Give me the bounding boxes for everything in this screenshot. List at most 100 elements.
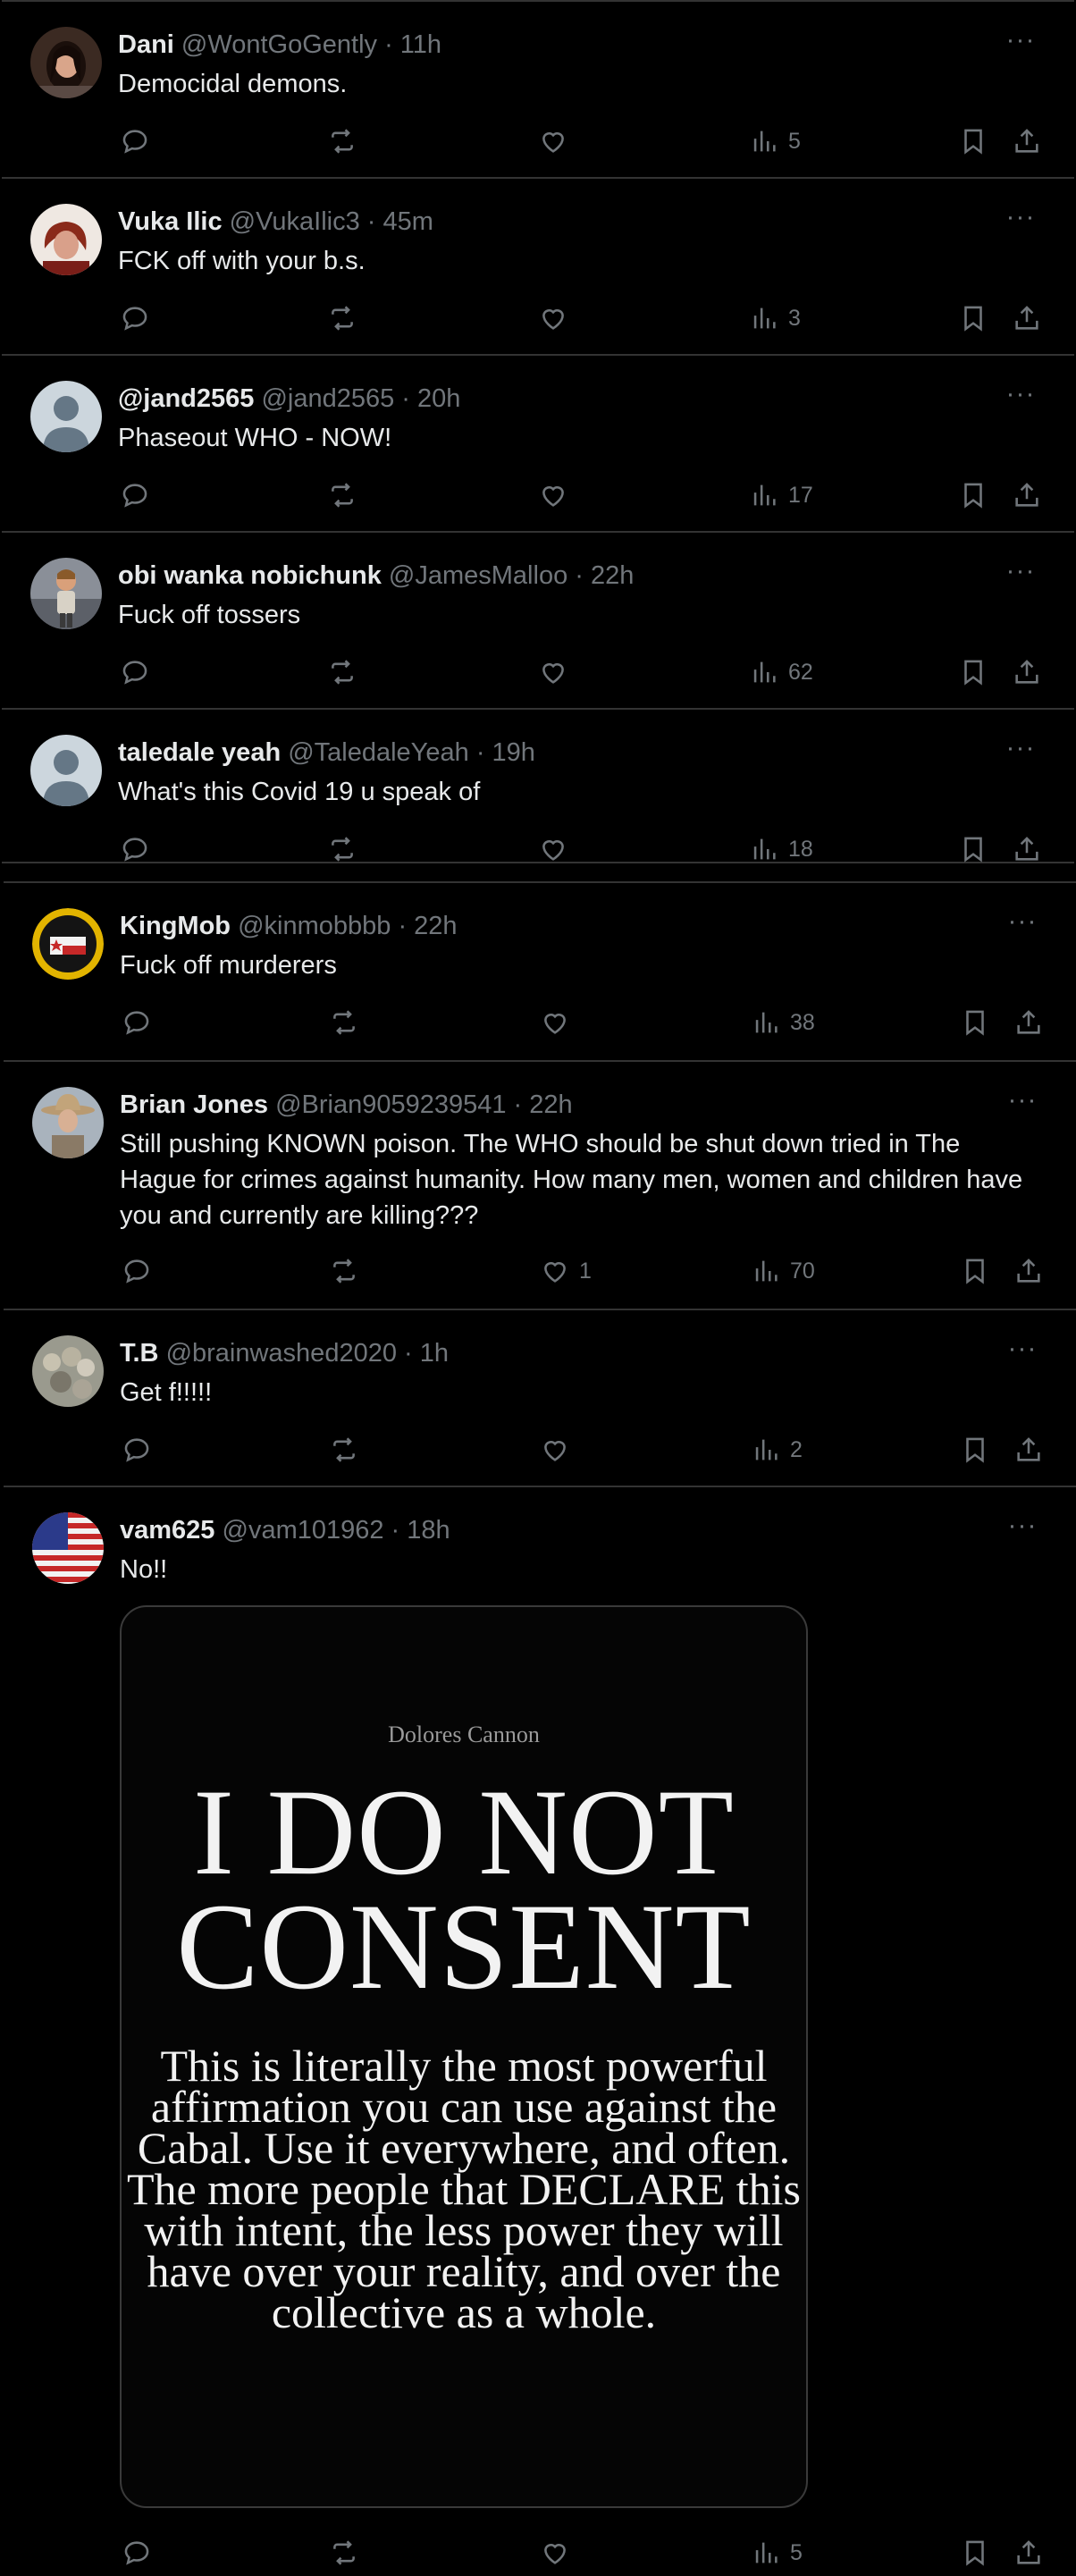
author-name[interactable]: vam625 [120, 1516, 214, 1545]
share-button[interactable] [1012, 123, 1042, 159]
share-button[interactable] [1012, 831, 1042, 867]
tweet[interactable]: Vuka Ilic @VukaIlic3 · 45m ··· FCK off w… [2, 177, 1074, 356]
share-button[interactable] [1012, 477, 1042, 513]
timestamp[interactable]: 22h [414, 912, 457, 940]
author-name[interactable]: Brian Jones [120, 1090, 268, 1119]
reply-button[interactable] [120, 831, 150, 867]
more-horizontal-icon[interactable]: ··· [1005, 1087, 1040, 1123]
share-button[interactable] [1012, 300, 1042, 336]
avatar[interactable] [32, 908, 104, 980]
timestamp[interactable]: 20h [417, 384, 460, 413]
more-horizontal-icon[interactable]: ··· [1005, 908, 1040, 944]
tweet[interactable]: vam625 @vam101962 · 18h ··· No!! Dolores… [4, 1486, 1076, 2576]
bookmark-button[interactable] [958, 123, 988, 159]
more-horizontal-icon[interactable]: ··· [1003, 558, 1038, 593]
reply-button[interactable] [122, 1005, 152, 1040]
views-button[interactable]: 38 [751, 1005, 815, 1040]
author-handle[interactable]: @kinmobbbb [238, 912, 391, 940]
bookmark-button[interactable] [960, 1005, 990, 1040]
reply-button[interactable] [120, 654, 150, 690]
author-handle[interactable]: @vam101962 [223, 1516, 384, 1545]
like-button[interactable] [538, 831, 577, 867]
author-name[interactable]: taledale yeah [118, 738, 281, 767]
retweet-button[interactable] [327, 654, 357, 690]
tweet[interactable]: obi wanka nobichunk @JamesMalloo · 22h ·… [2, 531, 1074, 710]
more-horizontal-icon[interactable]: ··· [1003, 204, 1038, 240]
more-horizontal-icon[interactable]: ··· [1003, 735, 1038, 770]
views-button[interactable]: 5 [749, 123, 801, 159]
more-horizontal-icon[interactable]: ··· [1003, 27, 1038, 63]
reply-button[interactable] [120, 477, 150, 513]
like-button[interactable] [538, 123, 577, 159]
author-handle[interactable]: @Brian9059239541 [275, 1090, 506, 1119]
tweet[interactable]: T.B @brainwashed2020 · 1h ··· Get f!!!!!… [4, 1309, 1076, 1487]
avatar[interactable] [30, 558, 102, 629]
bookmark-button[interactable] [960, 1432, 990, 1468]
retweet-button[interactable] [327, 477, 357, 513]
avatar[interactable] [32, 1335, 104, 1407]
views-button[interactable]: 2 [751, 1432, 803, 1468]
tweet-media-image[interactable]: Dolores Cannon I DO NOT CONSENT This is … [120, 1605, 808, 2508]
retweet-button[interactable] [327, 300, 357, 336]
author-name[interactable]: obi wanka nobichunk [118, 561, 382, 590]
avatar[interactable] [30, 27, 102, 98]
author-name[interactable]: @jand2565 [118, 384, 254, 413]
views-button[interactable]: 70 [751, 1253, 815, 1289]
like-button[interactable] [540, 1432, 579, 1468]
views-button[interactable]: 62 [749, 654, 813, 690]
avatar[interactable] [30, 381, 102, 452]
tweet[interactable]: @jand2565 @jand2565 · 20h ··· Phaseout W… [2, 354, 1074, 533]
author-handle[interactable]: @TaledaleYeah [288, 738, 469, 767]
reply-button[interactable] [122, 1432, 152, 1468]
avatar[interactable] [32, 1512, 104, 1584]
retweet-button[interactable] [327, 123, 357, 159]
author-handle[interactable]: @WontGoGently [181, 30, 377, 59]
retweet-button[interactable] [329, 1253, 359, 1289]
author-handle[interactable]: @jand2565 [261, 384, 394, 413]
timestamp[interactable]: 19h [492, 738, 535, 767]
like-button[interactable] [540, 1005, 579, 1040]
views-button[interactable]: 17 [749, 477, 813, 513]
views-button[interactable]: 3 [749, 300, 801, 336]
views-button[interactable]: 5 [751, 2535, 803, 2571]
views-button[interactable]: 18 [749, 831, 813, 867]
share-button[interactable] [1013, 1432, 1044, 1468]
avatar[interactable] [30, 204, 102, 275]
retweet-button[interactable] [329, 1005, 359, 1040]
more-horizontal-icon[interactable]: ··· [1005, 1512, 1040, 1548]
bookmark-button[interactable] [958, 654, 988, 690]
like-button[interactable]: 1 [540, 1253, 592, 1289]
author-handle[interactable]: @JamesMalloo [389, 561, 567, 590]
avatar[interactable] [30, 735, 102, 806]
timestamp[interactable]: 22h [529, 1090, 572, 1119]
author-handle[interactable]: @brainwashed2020 [166, 1339, 397, 1368]
share-button[interactable] [1013, 1005, 1044, 1040]
share-button[interactable] [1013, 1253, 1044, 1289]
tweet[interactable]: Brian Jones @Brian9059239541 · 22h ··· S… [4, 1060, 1076, 1310]
tweet[interactable]: KingMob @kinmobbbb · 22h ··· Fuck off mu… [4, 881, 1076, 1062]
timestamp[interactable]: 18h [407, 1516, 450, 1545]
bookmark-button[interactable] [960, 2535, 990, 2571]
author-name[interactable]: T.B [120, 1339, 159, 1368]
reply-button[interactable] [120, 123, 150, 159]
more-horizontal-icon[interactable]: ··· [1003, 381, 1038, 417]
author-handle[interactable]: @VukaIlic3 [230, 207, 360, 236]
reply-button[interactable] [122, 2535, 152, 2571]
timestamp[interactable]: 45m [383, 207, 433, 236]
avatar[interactable] [32, 1087, 104, 1158]
like-button[interactable] [538, 654, 577, 690]
bookmark-button[interactable] [958, 477, 988, 513]
like-button[interactable] [538, 300, 577, 336]
bookmark-button[interactable] [960, 1253, 990, 1289]
timestamp[interactable]: 11h [400, 30, 441, 59]
retweet-button[interactable] [329, 2535, 359, 2571]
like-button[interactable] [540, 2535, 579, 2571]
timestamp[interactable]: 1h [420, 1339, 449, 1368]
timestamp[interactable]: 22h [591, 561, 634, 590]
tweet[interactable]: taledale yeah @TaledaleYeah · 19h ··· Wh… [2, 708, 1074, 863]
retweet-button[interactable] [329, 1432, 359, 1468]
bookmark-button[interactable] [958, 831, 988, 867]
author-name[interactable]: Vuka Ilic [118, 207, 223, 236]
reply-button[interactable] [122, 1253, 152, 1289]
share-button[interactable] [1012, 654, 1042, 690]
